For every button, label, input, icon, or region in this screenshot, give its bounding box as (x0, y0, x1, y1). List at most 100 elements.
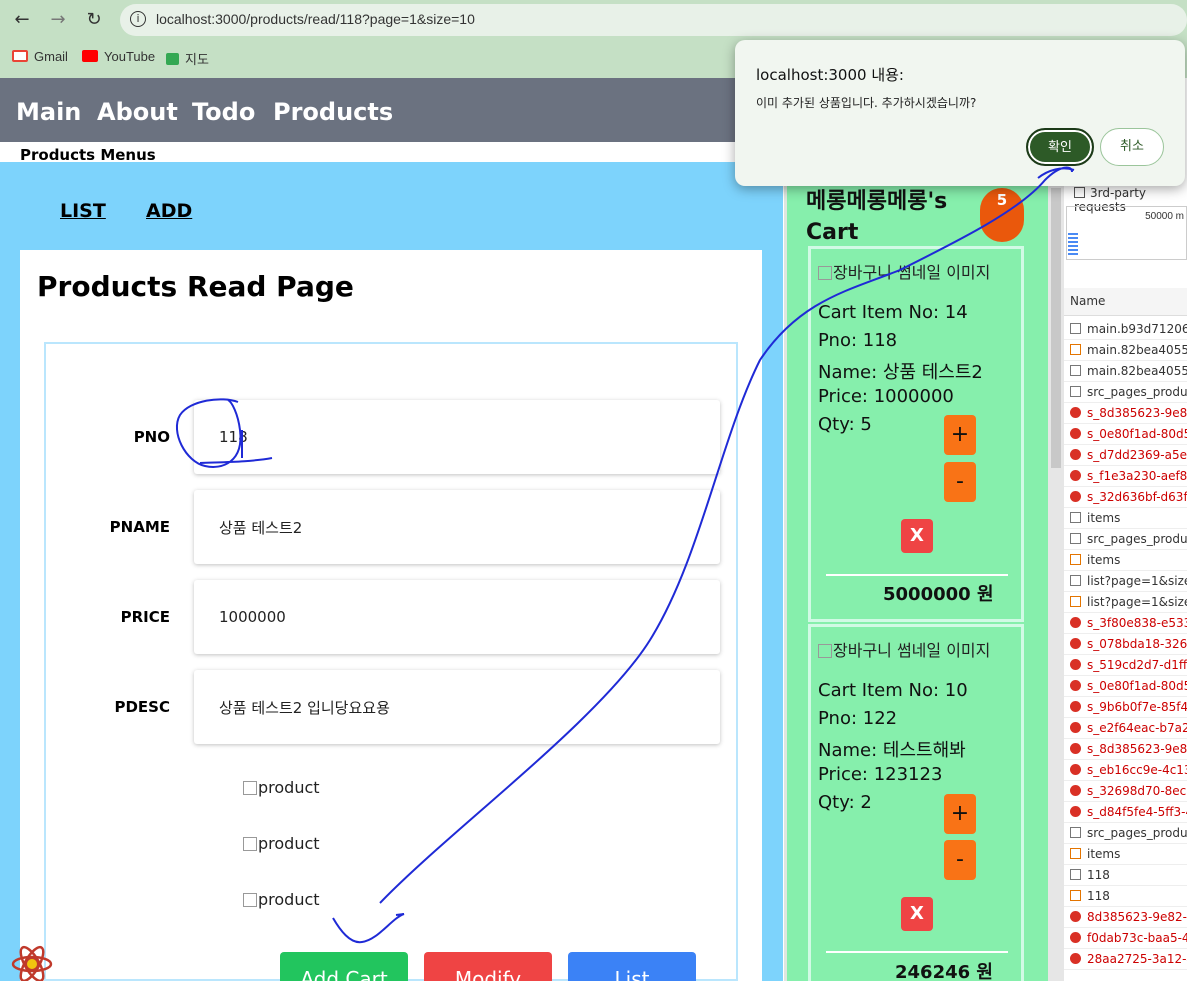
pname-field[interactable]: 상품 테스트2 (194, 490, 720, 564)
cart-item-qty: Qty: 2 (818, 792, 872, 813)
network-request-row[interactable]: s_078bda18-3261-4 (1064, 634, 1187, 655)
script-icon (1070, 890, 1081, 901)
error-icon (1070, 491, 1081, 502)
document-icon (1070, 533, 1081, 544)
script-icon (1070, 596, 1081, 607)
qty-increase-button[interactable]: + (944, 794, 976, 834)
name-column-header[interactable]: Name (1064, 288, 1187, 316)
list-button[interactable]: List (568, 952, 696, 981)
network-request-row[interactable]: list?page=1&size= (1064, 592, 1187, 613)
submenu-add-link[interactable]: ADD (146, 200, 192, 222)
error-icon (1070, 659, 1081, 670)
network-request-row[interactable]: src_pages_product (1064, 529, 1187, 550)
network-request-row[interactable]: s_8d385623-9e82-4 (1064, 403, 1187, 424)
network-request-row[interactable]: items (1064, 844, 1187, 865)
modify-button[interactable]: Modify (424, 952, 552, 981)
add-cart-button[interactable]: Add Cart (280, 952, 408, 981)
network-request-row[interactable]: main.82bea40551d (1064, 340, 1187, 361)
network-request-row[interactable]: 118 (1064, 886, 1187, 907)
confirm-button[interactable]: 확인 (1026, 128, 1094, 166)
product-image: product (243, 890, 320, 909)
script-icon (1070, 848, 1081, 859)
address-bar[interactable]: i localhost:3000/products/read/118?page=… (120, 4, 1187, 36)
document-icon (1070, 365, 1081, 376)
error-icon (1070, 806, 1081, 817)
cart-item-image: 장바구니 썸네일 이미지 (818, 637, 990, 661)
error-icon (1070, 638, 1081, 649)
network-request-row[interactable]: s_0e80f1ad-80d5-4 (1064, 676, 1187, 697)
back-icon[interactable]: ← (10, 8, 34, 32)
app-navbar: Main About Todo Products (0, 78, 790, 142)
nav-about[interactable]: About (97, 98, 178, 126)
network-request-row[interactable]: 28aa2725-3a12-4d (1064, 949, 1187, 970)
network-request-row[interactable]: 118 (1064, 865, 1187, 886)
network-request-row[interactable]: s_d7dd2369-a5e2-4 (1064, 445, 1187, 466)
reload-icon[interactable]: ↻ (82, 8, 106, 32)
cart-item-no: Cart Item No: 10 (818, 680, 968, 701)
cart-item-price: Price: 1000000 (818, 386, 954, 407)
cancel-button[interactable]: 취소 (1100, 128, 1164, 166)
network-request-row[interactable]: f0dab73c-baa5-4c8 (1064, 928, 1187, 949)
network-request-row[interactable]: s_0e80f1ad-80d5-4 (1064, 424, 1187, 445)
dialog-message: 이미 추가된 상품입니다. 추가하시겠습니까? (756, 96, 977, 110)
pno-field[interactable]: 118 (194, 400, 720, 474)
pdesc-field[interactable]: 상품 테스트2 입니당요요용 (194, 670, 720, 744)
qty-decrease-button[interactable]: - (944, 462, 976, 502)
qty-decrease-button[interactable]: - (944, 840, 976, 880)
qty-increase-button[interactable]: + (944, 415, 976, 455)
network-request-row[interactable]: s_e2f64eac-b7a2-4 (1064, 718, 1187, 739)
timeline-label: 50000 m (1145, 211, 1184, 222)
document-icon (1070, 827, 1081, 838)
network-request-row[interactable]: s_32d636bf-d63f-4 (1064, 487, 1187, 508)
submenu-list-link[interactable]: LIST (60, 200, 106, 222)
react-icon[interactable] (10, 942, 54, 981)
network-request-row[interactable]: main.82bea40551d (1064, 361, 1187, 382)
broken-image-icon (243, 781, 257, 795)
network-request-row[interactable]: src_pages_product (1064, 823, 1187, 844)
network-request-row[interactable]: s_eb16cc9e-4c13-4 (1064, 760, 1187, 781)
scrollbar-thumb[interactable] (1051, 188, 1061, 468)
cart-item-price: Price: 123123 (818, 764, 943, 785)
network-request-row[interactable]: s_519cd2d7-d1ff-4 (1064, 655, 1187, 676)
site-info-icon[interactable]: i (130, 11, 146, 27)
network-request-row[interactable]: s_f1e3a230-aef8-4 (1064, 466, 1187, 487)
error-icon (1070, 470, 1081, 481)
cart-count-badge: 5 (980, 188, 1024, 242)
timeline-bars (1068, 233, 1078, 255)
broken-image-icon (818, 266, 832, 280)
network-request-row[interactable]: s_32698d70-8ec2-4 (1064, 781, 1187, 802)
network-request-row[interactable]: 8d385623-9e82-4c (1064, 907, 1187, 928)
pno-label: PNO (133, 428, 170, 446)
broken-image-icon (243, 893, 257, 907)
dialog-title: localhost:3000 내용: (756, 66, 904, 84)
bookmark-youtube[interactable]: YouTube (82, 49, 155, 64)
network-request-row[interactable]: src_pages_product (1064, 382, 1187, 403)
divider (826, 951, 1008, 953)
cart-item-name: Name: 테스트해봐 (818, 740, 966, 761)
script-icon (1070, 554, 1081, 565)
forward-icon[interactable]: → (46, 8, 70, 32)
youtube-icon (82, 50, 98, 62)
network-request-row[interactable]: s_9b6b0f7e-85f4-4 (1064, 697, 1187, 718)
price-field[interactable]: 1000000 (194, 580, 720, 654)
network-request-row[interactable]: items (1064, 550, 1187, 571)
nav-products[interactable]: Products (273, 98, 393, 126)
error-icon (1070, 764, 1081, 775)
document-icon (1070, 869, 1081, 880)
document-icon (1070, 575, 1081, 586)
bookmark-maps[interactable]: 지도 (166, 49, 209, 68)
nav-todo[interactable]: Todo (192, 98, 255, 126)
network-request-row[interactable]: list?page=1&size= (1064, 571, 1187, 592)
network-request-row[interactable]: s_d84f5fe4-5ff3-49 (1064, 802, 1187, 823)
error-icon (1070, 449, 1081, 460)
error-icon (1070, 680, 1081, 691)
page-title: Products Read Page (37, 270, 354, 303)
network-request-row[interactable]: items (1064, 508, 1187, 529)
network-request-row[interactable]: s_3f80e838-e533-4 (1064, 613, 1187, 634)
remove-item-button[interactable]: X (901, 897, 933, 931)
nav-main[interactable]: Main (16, 98, 81, 126)
network-request-row[interactable]: s_8d385623-9e82-4 (1064, 739, 1187, 760)
network-request-row[interactable]: main.b93d71206b5 (1064, 319, 1187, 340)
bookmark-gmail[interactable]: Gmail (12, 49, 68, 64)
remove-item-button[interactable]: X (901, 519, 933, 553)
